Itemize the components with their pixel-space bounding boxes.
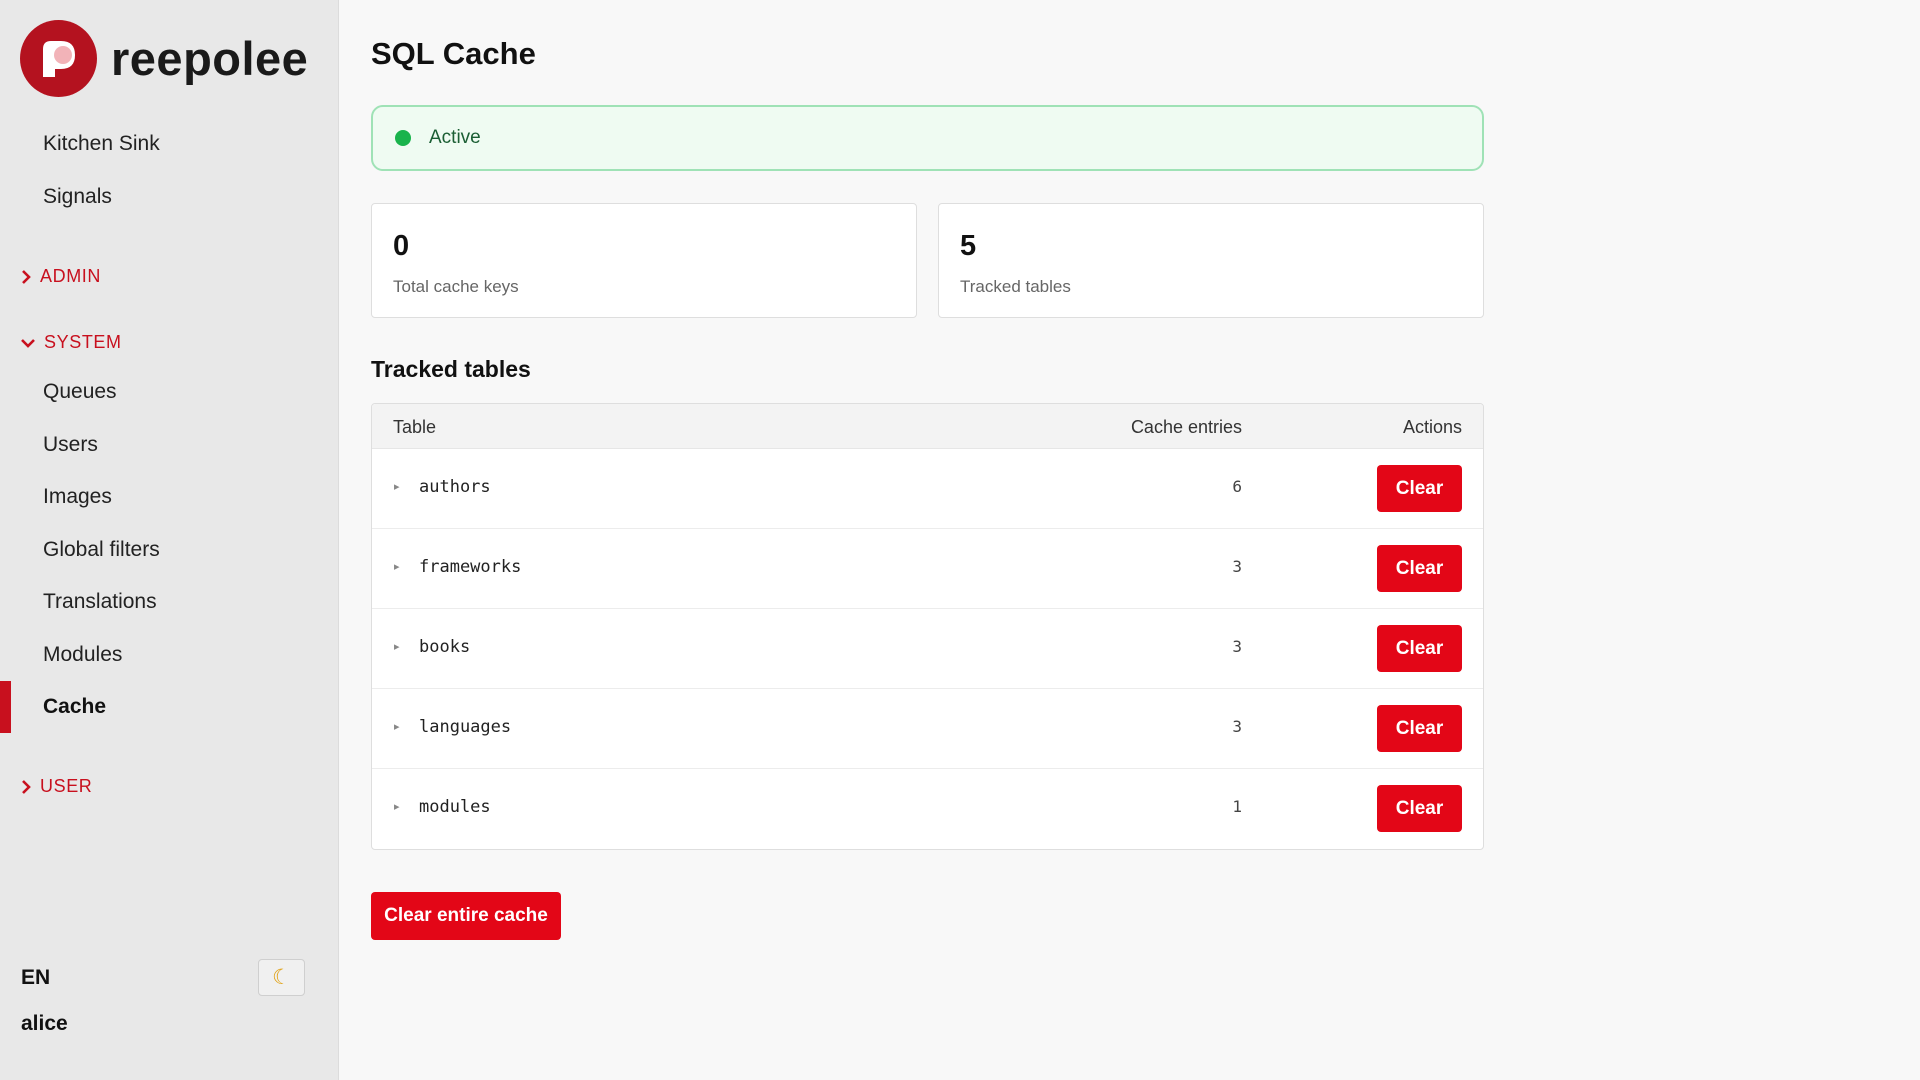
nav-item-images[interactable]: Images bbox=[43, 485, 112, 509]
table-row[interactable]: ▸ authors 6 Clear bbox=[372, 449, 1483, 529]
table-name: modules bbox=[419, 797, 491, 817]
nav-item-cache[interactable]: Cache bbox=[43, 695, 106, 719]
nav-item-signals[interactable]: Signals bbox=[43, 185, 112, 209]
clear-button[interactable]: Clear bbox=[1377, 545, 1462, 592]
language-selector[interactable]: EN bbox=[21, 966, 50, 990]
cache-entry-count: 3 bbox=[1232, 717, 1242, 736]
nav-item-translations[interactable]: Translations bbox=[43, 590, 157, 614]
table-name: languages bbox=[419, 717, 512, 737]
table-name: frameworks bbox=[419, 557, 522, 577]
nav-section-system-label: SYSTEM bbox=[44, 332, 122, 352]
nav-section-user-label: USER bbox=[40, 776, 93, 796]
stat-label: Tracked tables bbox=[960, 277, 1071, 296]
active-nav-indicator bbox=[0, 681, 11, 733]
theme-toggle-button[interactable]: ☾ bbox=[258, 959, 305, 996]
cache-entry-count: 3 bbox=[1232, 637, 1242, 656]
nav-section-admin-label: ADMIN bbox=[40, 266, 101, 286]
expand-caret-icon[interactable]: ▸ bbox=[394, 720, 400, 733]
stat-value: 0 bbox=[393, 230, 410, 262]
page-title: SQL Cache bbox=[371, 36, 536, 71]
status-banner: Active bbox=[371, 105, 1484, 171]
chevron-down-icon bbox=[21, 338, 35, 348]
status-text: Active bbox=[429, 127, 481, 148]
table-name: authors bbox=[419, 477, 491, 497]
table-row[interactable]: ▸ languages 3 Clear bbox=[372, 689, 1483, 769]
moon-icon: ☾ bbox=[272, 966, 291, 989]
nav-item-kitchen-sink[interactable]: Kitchen Sink bbox=[43, 132, 160, 156]
table-row[interactable]: ▸ books 3 Clear bbox=[372, 609, 1483, 689]
cache-entry-count: 6 bbox=[1232, 477, 1242, 496]
brand-name: reepolee bbox=[111, 32, 309, 85]
table-header: Table Cache entries Actions bbox=[372, 404, 1483, 449]
cache-entry-count: 3 bbox=[1232, 557, 1242, 576]
table-row[interactable]: ▸ modules 1 Clear bbox=[372, 769, 1483, 849]
tracked-tables-table: Table Cache entries Actions ▸ authors 6 … bbox=[371, 403, 1484, 850]
stat-card-cache-keys: 0 Total cache keys bbox=[371, 203, 917, 318]
expand-caret-icon[interactable]: ▸ bbox=[394, 480, 400, 493]
clear-button[interactable]: Clear bbox=[1377, 625, 1462, 672]
chevron-right-icon bbox=[22, 779, 31, 794]
current-user[interactable]: alice bbox=[21, 1012, 68, 1036]
clear-entire-cache-button[interactable]: Clear entire cache bbox=[371, 892, 561, 940]
column-header-actions: Actions bbox=[1402, 417, 1462, 437]
logo-icon bbox=[20, 20, 97, 97]
brand-logo[interactable]: reepolee bbox=[20, 20, 308, 97]
nav-item-users[interactable]: Users bbox=[43, 433, 98, 457]
nav-item-modules[interactable]: Modules bbox=[43, 643, 122, 667]
stat-label: Total cache keys bbox=[393, 277, 519, 296]
column-header-table: Table bbox=[393, 417, 437, 437]
nav-section-system[interactable]: SYSTEM bbox=[20, 332, 122, 353]
expand-caret-icon[interactable]: ▸ bbox=[394, 640, 400, 653]
clear-button[interactable]: Clear bbox=[1377, 465, 1462, 512]
nav-section-admin[interactable]: ADMIN bbox=[20, 266, 101, 287]
nav-section-user[interactable]: USER bbox=[20, 776, 92, 797]
table-row[interactable]: ▸ frameworks 3 Clear bbox=[372, 529, 1483, 609]
chevron-right-icon bbox=[22, 269, 31, 284]
status-indicator-icon bbox=[395, 130, 411, 146]
nav-item-global-filters[interactable]: Global filters bbox=[43, 538, 160, 562]
stat-card-tracked-tables: 5 Tracked tables bbox=[938, 203, 1484, 318]
expand-caret-icon[interactable]: ▸ bbox=[394, 800, 400, 813]
column-header-cache-entries: Cache entries bbox=[1130, 417, 1242, 437]
clear-button[interactable]: Clear bbox=[1377, 705, 1462, 752]
clear-button[interactable]: Clear bbox=[1377, 785, 1462, 832]
nav-item-queues[interactable]: Queues bbox=[43, 380, 117, 404]
sidebar: reepolee Kitchen Sink Signals ADMIN SYST… bbox=[0, 0, 339, 1080]
table-name: books bbox=[419, 637, 471, 657]
tracked-tables-heading: Tracked tables bbox=[371, 356, 531, 382]
cache-entry-count: 1 bbox=[1232, 797, 1242, 816]
stat-value: 5 bbox=[960, 230, 977, 262]
expand-caret-icon[interactable]: ▸ bbox=[394, 560, 400, 573]
